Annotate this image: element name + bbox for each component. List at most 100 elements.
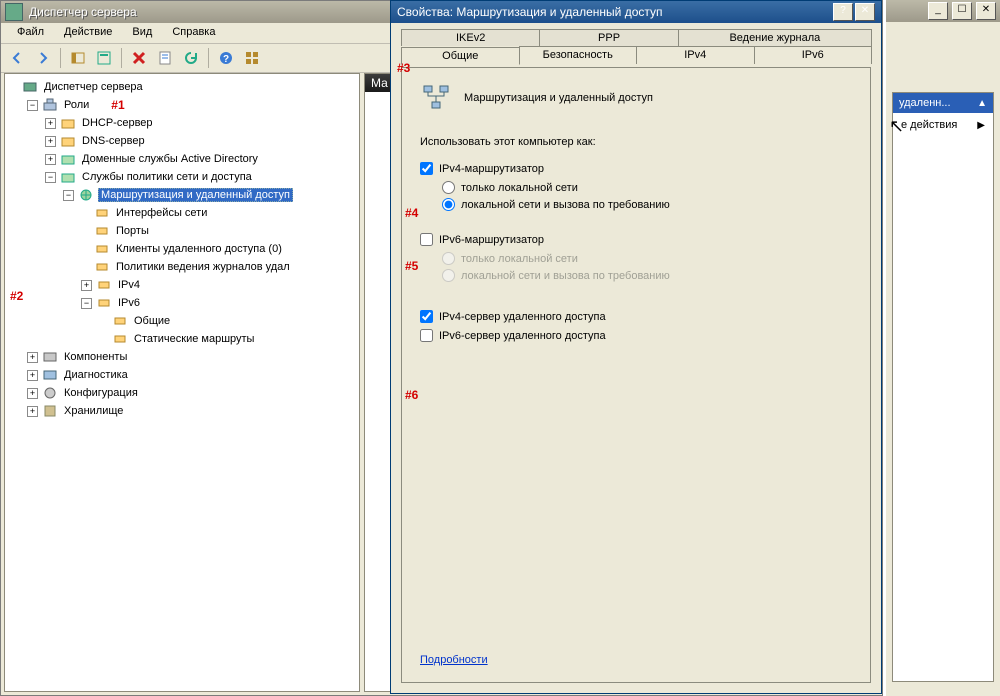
tree-config[interactable]: +Конфигурация: [25, 384, 357, 402]
static-icon: [112, 331, 128, 347]
help-icon: ?: [218, 50, 234, 66]
maximize-button[interactable]: ☐: [952, 2, 972, 20]
annotation-5: #5: [405, 259, 418, 273]
properties-dialog: Свойства: Маршрутизация и удаленный дост…: [390, 0, 882, 694]
app-icon: [5, 3, 23, 21]
close-titlebar-button[interactable]: ✕: [855, 3, 875, 21]
tab-general[interactable]: Общие: [401, 47, 520, 65]
annotation-3: #3: [397, 61, 410, 75]
diag-icon: [42, 367, 58, 383]
ad-icon: [60, 151, 76, 167]
ipv6-only-lan-radio: [442, 252, 455, 265]
back-button[interactable]: [5, 46, 29, 70]
menu-action[interactable]: Действие: [54, 23, 122, 43]
tab-ipv6[interactable]: IPv6: [754, 46, 873, 64]
tree-storage[interactable]: +Хранилище: [25, 402, 357, 420]
roles-icon: [42, 97, 58, 113]
arrow-right-icon: ▶: [977, 120, 985, 131]
menu-view[interactable]: Вид: [122, 23, 162, 43]
forward-button[interactable]: [31, 46, 55, 70]
chevron-up-icon[interactable]: ▲: [977, 98, 987, 109]
ipv6-ras-label: IPv6-сервер удаленного доступа: [439, 330, 606, 342]
tree-dns[interactable]: +DNS-сервер: [43, 132, 357, 150]
tree-clients[interactable]: Клиенты удаленного доступа (0): [79, 240, 357, 258]
tb-btn-1[interactable]: [66, 46, 90, 70]
ipv6-ras-row: IPv6-сервер удаленного доступа: [420, 329, 852, 342]
tree-general[interactable]: Общие: [97, 312, 357, 330]
config-icon: [42, 385, 58, 401]
help-titlebar-button[interactable]: ?: [833, 3, 853, 21]
delete-button[interactable]: [127, 46, 151, 70]
use-as-label: Использовать этот компьютер как:: [420, 136, 852, 148]
tree-dhcp[interactable]: +DHCP-сервер: [43, 114, 357, 132]
help-button[interactable]: ?: [214, 46, 238, 70]
menu-help[interactable]: Справка: [162, 23, 225, 43]
ipv4-lan-dial-radio[interactable]: [442, 198, 455, 211]
ipv4-router-label: IPv4-маршрутизатор: [439, 163, 544, 175]
tab-ipv4[interactable]: IPv4: [636, 46, 755, 64]
tree-diag[interactable]: +Диагностика: [25, 366, 357, 384]
more-actions[interactable]: е действия ▶: [893, 113, 993, 137]
arrow-right-icon: [35, 50, 51, 66]
tab-security[interactable]: Безопасность: [519, 46, 638, 64]
refresh-icon: [183, 50, 199, 66]
tree-pane[interactable]: #2 Диспетчер сервера −: [4, 73, 360, 692]
actions-pane: удаленн... ▲ е действия ▶: [892, 92, 994, 682]
ipv4-lan-dial-row: локальной сети и вызова по требованию: [442, 198, 852, 211]
details-link[interactable]: Подробности: [420, 654, 488, 666]
tb-btn-7[interactable]: [240, 46, 264, 70]
tree-root[interactable]: Диспетчер сервера: [7, 78, 357, 96]
tree-ifaces[interactable]: Интерфейсы сети: [79, 204, 357, 222]
ipv6-router-label: IPv6-маршрутизатор: [439, 234, 544, 246]
ipv6-router-checkbox[interactable]: [420, 233, 433, 246]
ipv6-ras-checkbox[interactable]: [420, 329, 433, 342]
annotation-4: #4: [405, 206, 418, 220]
storage-icon: [42, 403, 58, 419]
tab-ikev2[interactable]: IKEv2: [401, 29, 540, 46]
ipv4-only-lan-radio[interactable]: [442, 181, 455, 194]
ipv6-lan-dial-label: локальной сети и вызова по требованию: [461, 270, 670, 282]
ipv6-icon: [96, 295, 112, 311]
grid-icon: [244, 50, 260, 66]
x-icon: [131, 50, 147, 66]
ipv4-only-lan-row: только локальной сети: [442, 181, 852, 194]
tab-logging[interactable]: Ведение журнала: [678, 29, 872, 46]
close-button[interactable]: ✕: [976, 2, 996, 20]
tb-btn-2[interactable]: [92, 46, 116, 70]
minimize-button[interactable]: _: [928, 2, 948, 20]
tab-ppp[interactable]: PPP: [539, 29, 678, 46]
tree-ad[interactable]: +Доменные службы Active Directory: [43, 150, 357, 168]
ipv4-router-checkbox[interactable]: [420, 162, 433, 175]
tree-roles[interactable]: − Роли #1: [25, 96, 357, 114]
tree-ipv4[interactable]: +IPv4: [79, 276, 357, 294]
tree-logpol[interactable]: Политики ведения журналов удал: [79, 258, 357, 276]
ipv4-ras-checkbox[interactable]: [420, 310, 433, 323]
tree-static[interactable]: Статические маршруты: [97, 330, 357, 348]
dialog-title: Свойства: Маршрутизация и удаленный дост…: [397, 5, 831, 19]
annotation-2: #2: [10, 289, 23, 303]
tb-btn-4[interactable]: [153, 46, 177, 70]
dns-icon: [60, 133, 76, 149]
refresh-button[interactable]: [179, 46, 203, 70]
dialog-titlebar[interactable]: Свойства: Маршрутизация и удаленный дост…: [391, 1, 881, 23]
tree-components[interactable]: +Компоненты: [25, 348, 357, 366]
dhcp-icon: [60, 115, 76, 131]
rras-icon: [78, 187, 94, 203]
actions-header-text: удаленн...: [899, 97, 951, 109]
actions-header[interactable]: удаленн... ▲: [893, 93, 993, 113]
ipv4-router-row: IPv4-маршрутизатор: [420, 162, 852, 175]
panel-icon: [70, 50, 86, 66]
collapse-icon[interactable]: −: [27, 100, 38, 111]
tree-nps[interactable]: −Службы политики сети и доступа: [43, 168, 357, 186]
menu-file[interactable]: Файл: [7, 23, 54, 43]
general-icon: [112, 313, 128, 329]
ipv6-only-lan-label: только локальной сети: [461, 253, 578, 265]
iface-icon: [94, 205, 110, 221]
annotation-6: #6: [405, 388, 418, 402]
tree-ports[interactable]: Порты: [79, 222, 357, 240]
tree-rras[interactable]: −Маршрутизация и удаленный доступ: [61, 186, 357, 204]
tree-ipv6[interactable]: −IPv6: [79, 294, 357, 312]
ipv4-only-lan-label: только локальной сети: [461, 182, 578, 194]
ipv4-ras-label: IPv4-сервер удаленного доступа: [439, 311, 606, 323]
tree: Диспетчер сервера − Роли #1: [7, 78, 357, 420]
